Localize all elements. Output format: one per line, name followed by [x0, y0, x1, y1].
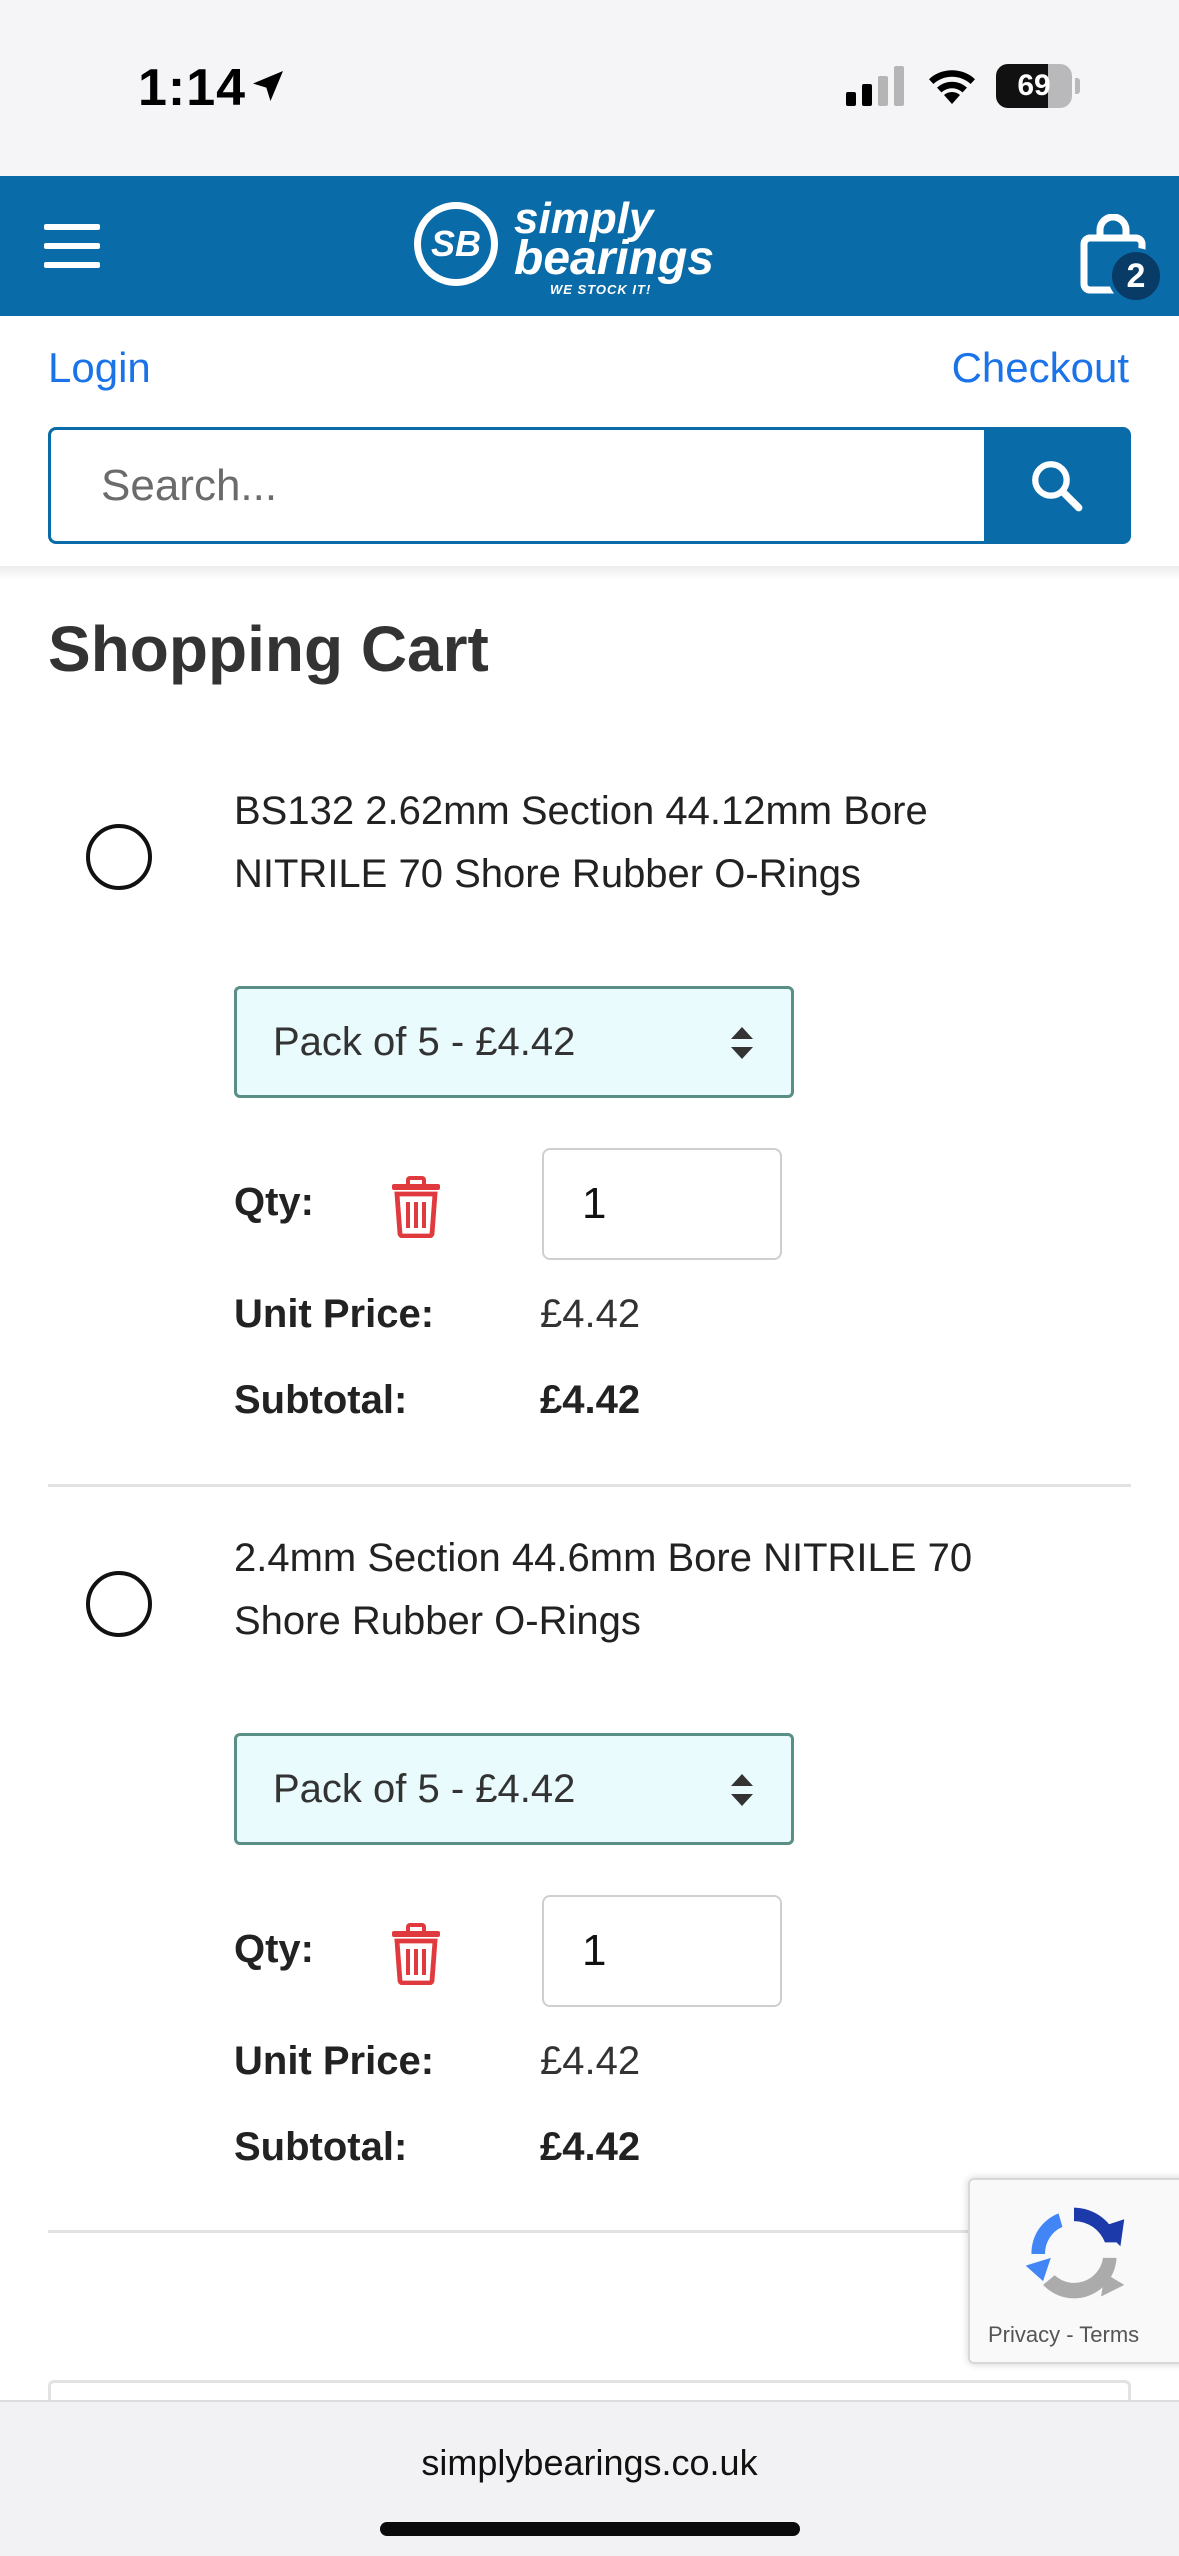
qty-label: Qty: — [234, 1927, 314, 1971]
cart-count-badge: 2 — [1108, 248, 1164, 304]
trash-icon[interactable] — [390, 1923, 442, 1985]
recaptcha-badge[interactable]: Privacy - Terms — [968, 2178, 1179, 2364]
battery-percent: 69 — [1017, 69, 1051, 102]
recaptcha-terms-link[interactable]: Terms — [1079, 2322, 1139, 2347]
search-icon — [1032, 461, 1083, 512]
battery-cap — [1075, 78, 1080, 94]
site-header: SB simply bearings WE STOCK IT! 2 — [0, 176, 1179, 316]
status-bar: 1:14 69 — [0, 0, 1179, 176]
address-bar[interactable]: simplybearings.co.uk — [0, 2442, 1179, 2484]
login-link[interactable]: Login — [48, 344, 151, 392]
search-button[interactable] — [984, 427, 1131, 544]
qty-input[interactable] — [542, 1148, 782, 1260]
pack-size-value: Pack of 5 - £4.42 — [273, 1020, 576, 1064]
header-shadow — [0, 566, 1179, 580]
location-arrow-icon — [253, 71, 283, 101]
home-indicator — [380, 2522, 800, 2536]
subtotal-value: £4.42 — [540, 2125, 641, 2169]
battery-indicator: 69 — [996, 64, 1080, 108]
hamburger-icon — [44, 224, 100, 230]
status-time: 1:14 — [138, 59, 247, 117]
unit-price-value: £4.42 — [540, 1292, 641, 1336]
logo-word-bearings: bearings — [514, 232, 715, 285]
item-name: 2.4mm Section 44.6mm Bore NITRILE 70 Sho… — [234, 1536, 973, 1643]
page-title: Shopping Cart — [48, 613, 489, 685]
pack-size-select[interactable]: Pack of 5 - £4.42 — [234, 1733, 794, 1845]
battery-body: 69 — [996, 64, 1072, 108]
hamburger-icon — [44, 262, 100, 268]
updown-chevron-icon — [731, 1774, 753, 1806]
menu-button[interactable] — [44, 224, 100, 268]
unit-price-label: Unit Price: — [234, 1292, 435, 1336]
item-select-radio[interactable] — [86, 1571, 152, 1637]
cellular-signal-icon — [846, 66, 904, 106]
wifi-icon — [929, 70, 975, 104]
subtotal-label: Subtotal: — [234, 2125, 408, 2169]
browser-bottom-bar: simplybearings.co.uk — [0, 2400, 1179, 2556]
site-logo[interactable]: SB simply bearings WE STOCK IT! — [410, 196, 770, 297]
updown-chevron-icon — [731, 1027, 753, 1059]
unit-price-label: Unit Price: — [234, 2039, 435, 2083]
item-divider — [48, 1484, 1131, 1487]
hamburger-icon — [44, 243, 100, 249]
pack-size-select[interactable]: Pack of 5 - £4.42 — [234, 986, 794, 1098]
trash-icon[interactable] — [390, 1176, 442, 1238]
search-input[interactable] — [48, 427, 986, 544]
checkout-link[interactable]: Checkout — [952, 344, 1129, 392]
qty-label: Qty: — [234, 1180, 314, 1224]
item-select-radio[interactable] — [86, 824, 152, 890]
logo-tagline: WE STOCK IT! — [550, 282, 652, 297]
unit-price-value: £4.42 — [540, 2039, 641, 2083]
recaptcha-links: Privacy - Terms — [988, 2322, 1139, 2348]
recaptcha-separator: - — [1060, 2322, 1080, 2347]
subtotal-value: £4.42 — [540, 1378, 641, 1422]
item-name: BS132 2.62mm Section 44.12mm Bore NITRIL… — [234, 789, 928, 896]
subtotal-label: Subtotal: — [234, 1378, 408, 1422]
recaptcha-icon — [1025, 2207, 1125, 2299]
search-bar — [48, 427, 1131, 544]
pack-size-value: Pack of 5 - £4.42 — [273, 1767, 576, 1811]
logo-mark: SB — [414, 202, 498, 286]
recaptcha-privacy-link[interactable]: Privacy — [988, 2322, 1060, 2347]
qty-input[interactable] — [542, 1895, 782, 2007]
